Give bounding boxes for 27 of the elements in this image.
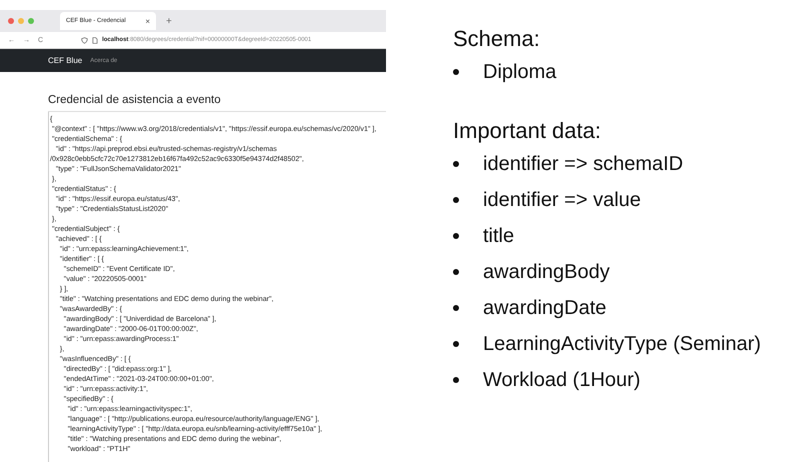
- bullet-text: identifier => value: [483, 188, 641, 212]
- brand-link[interactable]: CEF Blue: [48, 56, 82, 65]
- page-icon: [92, 36, 98, 44]
- minimize-window-icon[interactable]: [18, 18, 24, 24]
- bullet-icon: [453, 233, 459, 239]
- close-window-icon[interactable]: [8, 18, 14, 24]
- bullet-text: identifier => schemaID: [483, 152, 684, 176]
- shield-icon: [81, 36, 88, 44]
- bullet-text: awardingDate: [483, 296, 606, 320]
- slide-heading: Schema:: [453, 26, 541, 52]
- bullet-text: Diploma: [483, 60, 556, 84]
- bullet-text: Workload (1Hour): [483, 368, 640, 392]
- bullet-icon: [453, 197, 459, 203]
- bullet-icon: [453, 69, 459, 75]
- maximize-window-icon[interactable]: [28, 18, 34, 24]
- bullet-text: title: [483, 224, 514, 248]
- new-tab-button[interactable]: +: [166, 16, 172, 26]
- bullet-text: LearningActivityType (Seminar): [483, 332, 761, 356]
- bullet-icon: [453, 305, 459, 311]
- bullet-text: awardingBody: [483, 260, 610, 284]
- page-heading: Credencial de asistencia a evento: [48, 94, 386, 112]
- bullet-icon: [453, 269, 459, 275]
- bullet-icon: [453, 161, 459, 167]
- slide-heading: Important data:: [453, 118, 602, 144]
- tab-close-button[interactable]: ×: [145, 16, 150, 26]
- bullet-icon: [453, 377, 459, 383]
- bullet-icon: [453, 341, 459, 347]
